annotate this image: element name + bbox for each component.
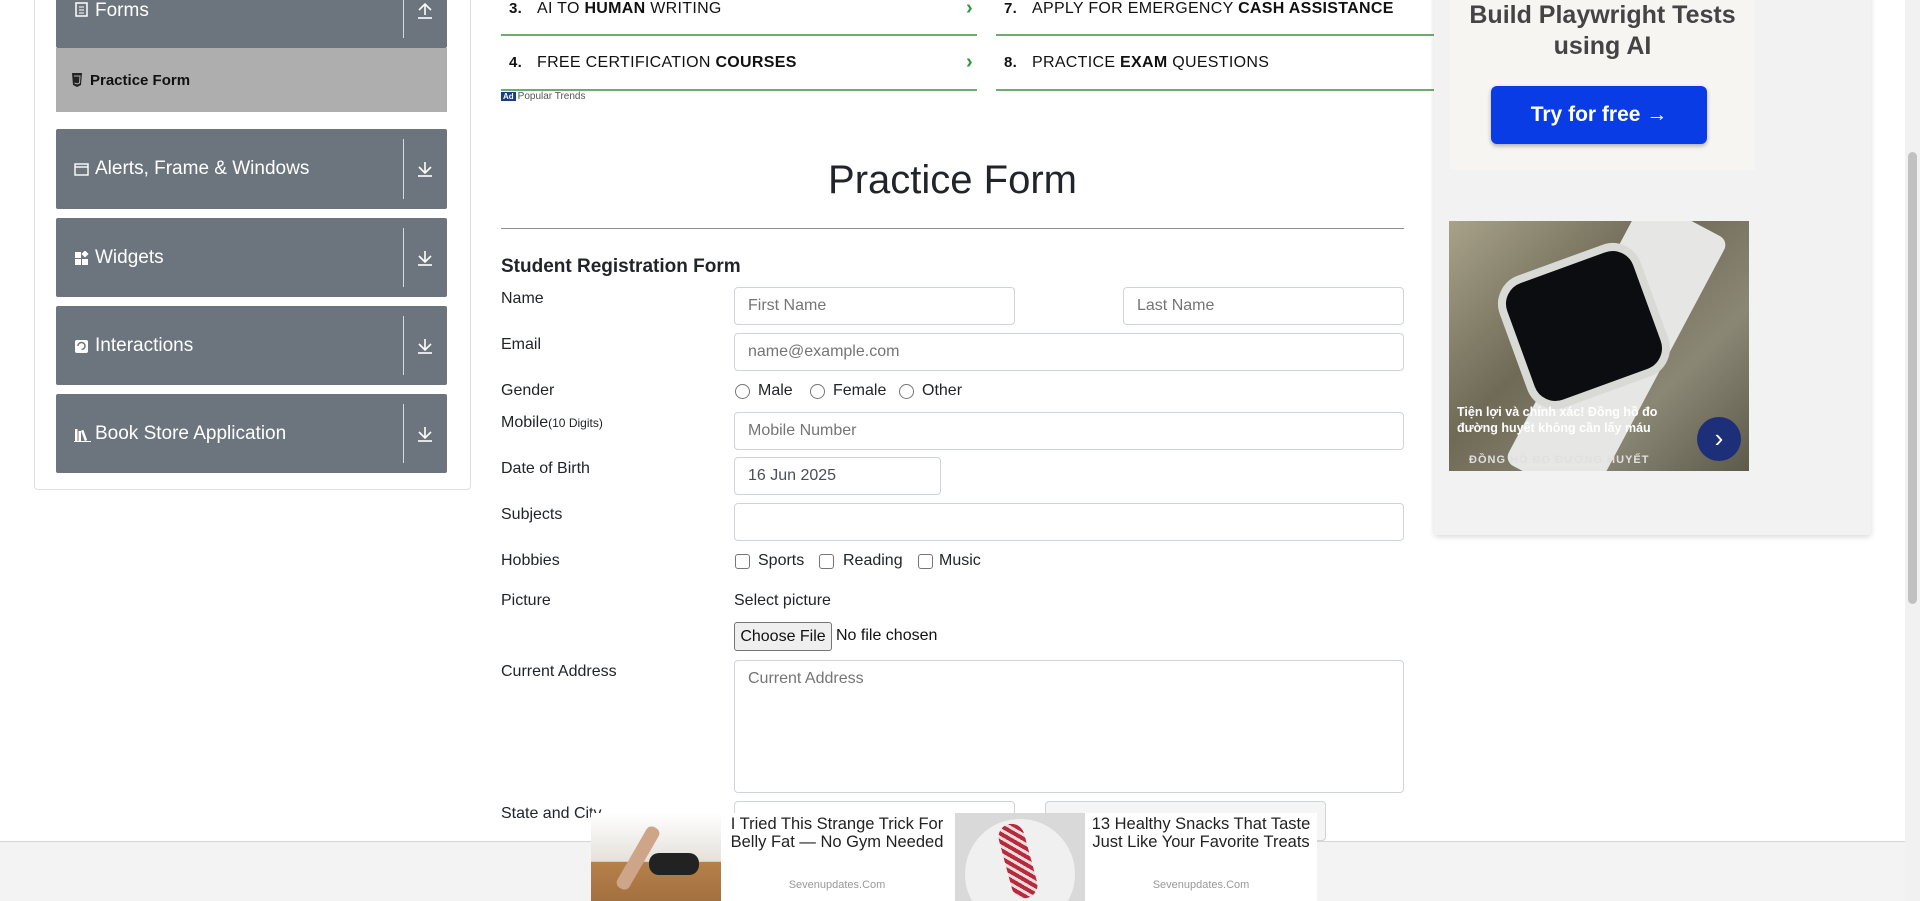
scrollbar[interactable] — [1905, 0, 1920, 901]
ad-photo-source: ĐỒNG HỒ ĐO ĐƯỜNG HUYẾT — [1469, 454, 1650, 466]
gender-option-label[interactable]: Female — [833, 382, 886, 400]
state-city-label: State and City — [501, 805, 602, 822]
hobby-option-label[interactable]: Sports — [758, 552, 804, 570]
sidebar-group-forms[interactable]: Forms — [56, 0, 447, 48]
hobby-option-label[interactable]: Music — [939, 552, 981, 570]
ad-story-source: Sevenupdates.Com — [1152, 879, 1250, 891]
ad-link[interactable]: 7. APPLY FOR EMERGENCY CASH ASSISTANCE — [996, 0, 1434, 34]
date-of-birth-input[interactable]: 16 Jun 2025 — [734, 457, 941, 495]
current-address-label: Current Address — [501, 663, 617, 680]
expand-arrow-icon[interactable] — [415, 336, 435, 356]
sidebar-group-widgets[interactable]: Widgets — [56, 218, 447, 297]
form-heading: Student Registration Form — [501, 256, 741, 277]
select-picture-label: Select picture — [734, 592, 831, 609]
interactions-icon — [75, 340, 88, 353]
widgets-icon — [75, 251, 89, 265]
sidebar-item-practice-form[interactable]: Practice Form — [56, 48, 447, 112]
divider — [996, 89, 1434, 91]
gender-option-label[interactable]: Male — [758, 382, 793, 400]
ad-photo-caption: Tiện lợi và chính xác! Đồng hồ đo đường … — [1457, 405, 1658, 435]
sidebar-item-label: Practice Form — [90, 72, 191, 89]
expand-arrow-icon[interactable] — [415, 159, 435, 179]
expand-arrow-icon[interactable] — [415, 248, 435, 268]
ad-link-number: 8. — [1004, 54, 1018, 71]
ad-link[interactable]: 8. PRACTICE EXAM QUESTIONS — [996, 54, 1434, 88]
hobbies-label: Hobbies — [501, 552, 560, 569]
divider — [403, 139, 404, 199]
sidebar-group-label: Interactions — [95, 335, 194, 356]
ad-link[interactable]: 3. AI TO HUMAN WRITING › — [501, 0, 977, 34]
sidebar-group-label: Book Store Application — [95, 423, 287, 444]
file-status: No file chosen — [836, 627, 938, 644]
try-for-free-button[interactable]: Try for free → — [1491, 86, 1707, 144]
ad-thumbnail-image[interactable] — [591, 813, 721, 901]
sidebar-group-alerts[interactable]: Alerts, Frame & Windows — [56, 129, 447, 209]
mobile-label: Mobile(10 Digits) — [501, 414, 603, 431]
sidebar-group-book-store[interactable]: Book Store Application — [56, 394, 447, 473]
sidebar-group-label: Widgets — [95, 247, 164, 268]
subjects-input[interactable] — [734, 503, 1404, 541]
chevron-right-icon: › — [966, 51, 973, 73]
ad-headline: Build Playwright Tests using AI — [1469, 1, 1736, 60]
hobby-reading-checkbox[interactable] — [819, 554, 834, 569]
choose-file-button[interactable]: Choose File — [734, 622, 832, 651]
ad-link-number: 7. — [1004, 0, 1018, 17]
gender-option-label[interactable]: Other — [922, 382, 962, 400]
ad-link-text: FREE CERTIFICATION COURSES — [537, 54, 797, 71]
chevron-right-icon: › — [966, 0, 973, 19]
sidebar-group-label: Alerts, Frame & Windows — [95, 158, 310, 179]
ad-story-text[interactable]: 13 Healthy Snacks That Taste Just Like Y… — [1089, 815, 1313, 851]
hobby-music-checkbox[interactable] — [918, 554, 933, 569]
email-label: Email — [501, 336, 542, 353]
mobile-input[interactable] — [734, 412, 1404, 450]
ad-story-text[interactable]: I Tried This Strange Trick For Belly Fat… — [725, 815, 949, 851]
hobby-sports-checkbox[interactable] — [735, 554, 750, 569]
hobby-option-label[interactable]: Reading — [843, 552, 903, 570]
dob-label: Date of Birth — [501, 460, 590, 477]
divider — [403, 228, 404, 287]
last-name-input[interactable] — [1123, 287, 1404, 325]
ad-link-text: APPLY FOR EMERGENCY CASH ASSISTANCE — [1032, 0, 1394, 17]
ad-thumbnail-image[interactable] — [955, 813, 1085, 901]
sidebar-group-label: Forms — [95, 0, 149, 21]
ad-badge-label: Popular Trends — [517, 91, 586, 102]
current-address-input[interactable] — [734, 660, 1404, 793]
ad-tag: Ad — [501, 92, 516, 101]
gender-other-radio[interactable] — [899, 384, 914, 399]
books-icon — [74, 429, 91, 442]
ad-link[interactable]: 4. FREE CERTIFICATION COURSES › — [501, 51, 977, 88]
divider — [403, 404, 404, 463]
divider — [501, 228, 1404, 229]
gender-label: Gender — [501, 382, 555, 399]
name-label: Name — [501, 290, 544, 307]
first-name-input[interactable] — [734, 287, 1015, 325]
bottom-ad[interactable]: I Tried This Strange Trick For Belly Fat… — [591, 813, 1317, 901]
next-arrow-icon[interactable]: › — [1697, 417, 1741, 461]
ad-photo[interactable]: Tiện lợi và chính xác! Đồng hồ đo đường … — [1449, 221, 1749, 471]
divider — [403, 0, 404, 38]
ad-link-number: 4. — [509, 54, 523, 71]
collapse-arrow-icon[interactable] — [415, 1, 435, 21]
ad-banner[interactable]: Build Playwright Tests using AI Try for … — [1434, 0, 1871, 535]
document-icon — [75, 2, 88, 17]
gender-male-radio[interactable] — [735, 384, 750, 399]
ad-link-number: 3. — [509, 0, 523, 17]
ad-badge[interactable]: Ad Popular Trends — [501, 91, 586, 102]
email-input[interactable] — [734, 333, 1404, 371]
scrollbar-thumb[interactable] — [1908, 152, 1917, 604]
window-icon — [74, 163, 89, 176]
html5-icon — [72, 73, 82, 87]
subjects-label: Subjects — [501, 506, 563, 523]
expand-arrow-icon[interactable] — [415, 424, 435, 444]
sidebar-group-interactions[interactable]: Interactions — [56, 306, 447, 385]
divider — [996, 34, 1434, 36]
picture-label: Picture — [501, 592, 551, 609]
divider — [403, 316, 404, 375]
ad-story-source: Sevenupdates.Com — [788, 879, 886, 891]
ad-link-text: PRACTICE EXAM QUESTIONS — [1032, 54, 1270, 71]
ad-link-text: AI TO HUMAN WRITING — [537, 0, 722, 17]
page-title: Practice Form — [828, 158, 1077, 202]
gender-female-radio[interactable] — [810, 384, 825, 399]
divider — [501, 34, 977, 36]
